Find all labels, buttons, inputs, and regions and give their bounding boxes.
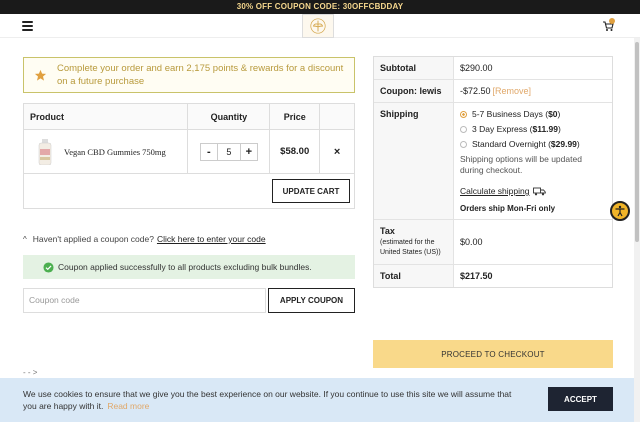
success-text: Coupon applied successfully to all produ… [58, 262, 312, 272]
product-cell: Vegan CBD Gummies 750mg [22, 129, 189, 174]
coupon-prompt: Haven't applied a coupon code? [32, 234, 154, 244]
ship-price: $11.99 [532, 124, 558, 134]
logo-leaf-icon [310, 18, 326, 34]
shipping-row: Shipping 5-7 Business Days ($0) 3 Day Ex… [374, 103, 612, 220]
apply-coupon-button[interactable]: APPLY COUPON [268, 288, 355, 313]
stray-text: - - > [23, 368, 38, 377]
ship-price: $29.99 [550, 139, 577, 149]
cart-badge [609, 18, 615, 24]
increase-button[interactable]: + [241, 144, 257, 160]
coupon-value: -$72.50 [460, 86, 491, 96]
shipping-options: 5-7 Business Days ($0) 3 Day Express ($1… [454, 103, 612, 219]
coupon-toggle: ^ Haven't applied a coupon code? Click h… [23, 234, 266, 244]
tax-label-cell: Tax (estimated for the United States (US… [374, 220, 454, 264]
coupon-code-input[interactable]: Coupon code [23, 288, 266, 313]
ship-suffix: ) [558, 124, 561, 134]
radio-selected[interactable] [460, 110, 467, 118]
chevron-up-icon: ^ [23, 234, 27, 244]
rewards-notice: Complete your order and earn 2,175 point… [23, 57, 355, 93]
tax-row: Tax (estimated for the United States (US… [374, 220, 612, 265]
shipping-option-overnight[interactable]: Standard Overnight ($29.99) [460, 139, 606, 149]
price-header: Price [269, 103, 321, 130]
price-cell: $58.00 [269, 129, 321, 174]
tax-value: $0.00 [460, 237, 483, 247]
scroll-thumb[interactable] [635, 42, 639, 242]
ship-price: $0 [548, 109, 558, 119]
total-value: $217.50 [460, 271, 493, 281]
remove-item-button[interactable]: × [319, 129, 355, 174]
ship-days-note: Orders ship Mon-Fri only [460, 204, 556, 213]
table-row: Vegan CBD Gummies 750mg - 5 + $58.00 × [22, 129, 355, 174]
coupon-success-message: Coupon applied successfully to all produ… [23, 255, 355, 279]
radio[interactable] [460, 125, 467, 133]
tax-label: Tax [380, 226, 395, 236]
check-circle-icon [43, 261, 54, 273]
update-cart-button[interactable]: UPDATE CART [272, 179, 350, 203]
shipping-label: Shipping [374, 103, 454, 219]
remove-coupon-link[interactable]: [Remove] [493, 86, 532, 96]
cart-table: Product Quantity Price Vegan CBD Gummies… [22, 103, 355, 174]
accessibility-icon[interactable] [610, 201, 630, 221]
star-icon [34, 69, 47, 81]
coupon-row: Coupon: lewis -$72.50 [Remove] [374, 80, 612, 103]
radio[interactable] [460, 140, 467, 148]
ship-suffix: ) [557, 109, 561, 119]
update-row: UPDATE CART [23, 174, 355, 209]
ship-suffix: ) [576, 139, 580, 149]
ship-name: 3 Day Express ( [472, 124, 533, 134]
accessibility-figure-icon [615, 205, 625, 217]
read-more-link[interactable]: Read more [107, 401, 149, 411]
total-label: Total [374, 265, 454, 287]
tax-sublabel: (estimated for the United States (US)) [380, 239, 441, 256]
coupon-link[interactable]: Click here to enter your code [157, 234, 266, 244]
logo-icon[interactable] [302, 14, 334, 38]
subtotal-row: Subtotal $290.00 [374, 57, 612, 80]
remove-header [319, 103, 355, 130]
cookie-message: We use cookies to ensure that we give yo… [23, 388, 513, 412]
coupon-value-cell: -$72.50 [Remove] [454, 80, 612, 102]
cookie-banner: We use cookies to ensure that we give yo… [0, 378, 634, 422]
calculate-shipping-label: Calculate shipping [460, 186, 530, 196]
site-header [0, 14, 640, 38]
accept-cookies-button[interactable]: ACCEPT [548, 387, 613, 411]
proceed-to-checkout-button[interactable]: PROCEED TO CHECKOUT [373, 340, 613, 368]
truck-icon [533, 187, 547, 195]
ship-name: 5-7 Business Days ( [472, 109, 549, 119]
product-header: Product [22, 103, 189, 130]
shipping-option-standard[interactable]: 5-7 Business Days ($0) [460, 109, 606, 119]
page-scrollbar[interactable] [634, 38, 640, 422]
quantity-header: Quantity [187, 103, 271, 130]
product-image[interactable] [38, 138, 52, 165]
cart-header-row: Product Quantity Price [22, 103, 355, 130]
total-row: Total $217.50 [374, 265, 612, 287]
product-name[interactable]: Vegan CBD Gummies 750mg [64, 147, 166, 157]
shipping-note: Shipping options will be updated during … [460, 154, 582, 175]
menu-icon[interactable] [22, 21, 33, 31]
cart-totals: Subtotal $290.00 Coupon: lewis -$72.50 [R… [373, 56, 613, 288]
quantity-stepper[interactable]: - 5 + [199, 142, 258, 161]
quantity-cell: - 5 + [187, 129, 271, 174]
decrease-button[interactable]: - [201, 144, 217, 160]
ship-name: Standard Overnight ( [472, 139, 551, 149]
coupon-label: Coupon: lewis [374, 80, 454, 102]
promo-banner: 30% OFF COUPON CODE: 30OFFCBDDAY [0, 0, 640, 14]
quantity-input[interactable]: 5 [216, 143, 241, 160]
cookie-text: We use cookies to ensure that we give yo… [23, 389, 512, 411]
subtotal-label: Subtotal [374, 57, 454, 79]
rewards-text: Complete your order and earn 2,175 point… [57, 63, 344, 87]
shipping-option-express[interactable]: 3 Day Express ($11.99) [460, 124, 606, 134]
subtotal-value: $290.00 [460, 63, 493, 73]
calculate-shipping-link[interactable]: Calculate shipping [460, 186, 606, 196]
